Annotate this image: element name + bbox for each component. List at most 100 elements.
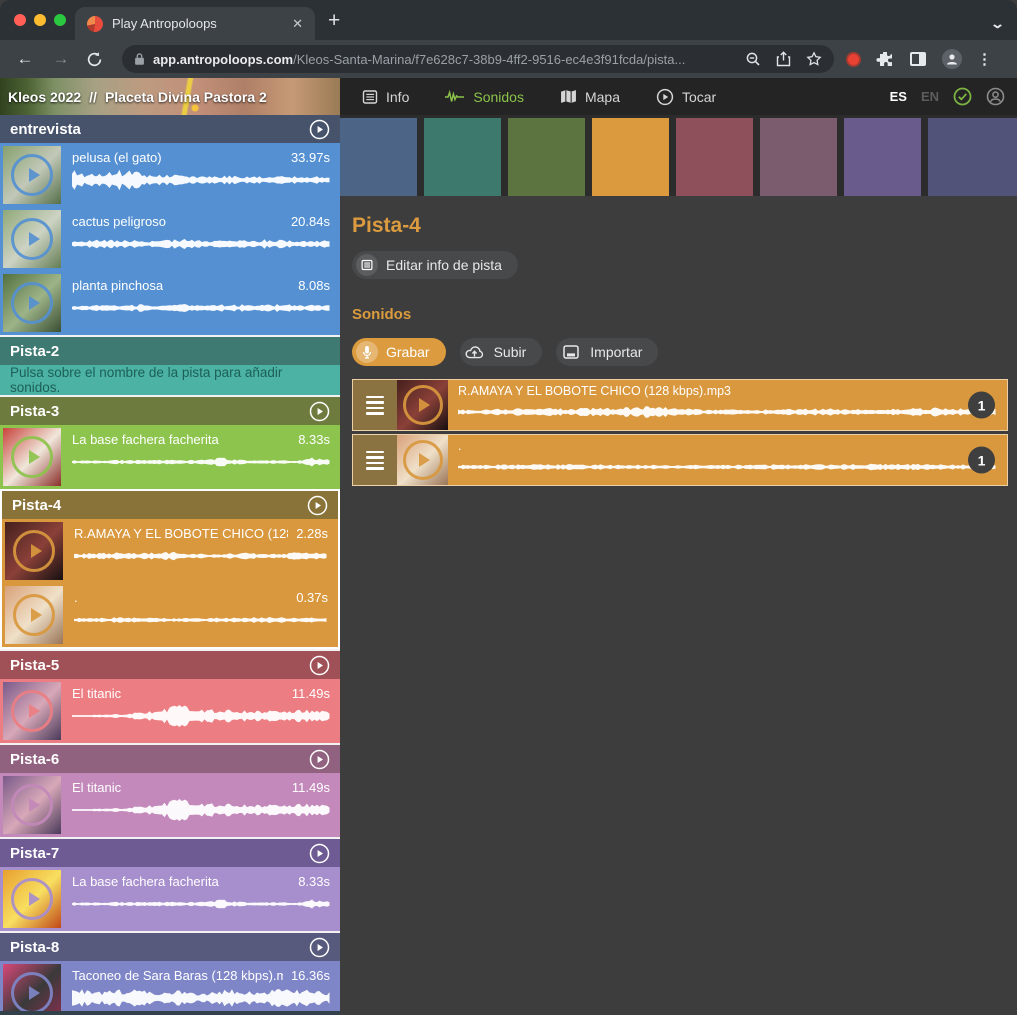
sound-waveform[interactable] bbox=[72, 798, 330, 822]
track-sound-row[interactable]: .1 bbox=[352, 434, 1008, 486]
account-icon[interactable] bbox=[986, 87, 1005, 106]
tab-search-chevron-icon[interactable]: ⌄ bbox=[990, 16, 1005, 32]
minimize-window-button[interactable] bbox=[34, 14, 46, 26]
track-color-tab-3[interactable] bbox=[508, 118, 585, 196]
share-icon[interactable] bbox=[776, 51, 791, 67]
browser-tab[interactable]: Play Antropoloops ✕ bbox=[75, 7, 315, 40]
play-overlay-icon[interactable] bbox=[403, 440, 443, 480]
track-play-button[interactable] bbox=[309, 119, 330, 140]
play-overlay-icon[interactable] bbox=[11, 282, 53, 324]
importar-button[interactable]: Importar bbox=[556, 338, 658, 366]
sound-waveform[interactable] bbox=[72, 296, 330, 320]
sound-waveform[interactable] bbox=[74, 608, 328, 632]
track-play-button[interactable] bbox=[309, 937, 330, 958]
sound-waveform[interactable] bbox=[72, 986, 330, 1010]
track-header-pista-6[interactable]: Pista-6 bbox=[0, 745, 340, 773]
sound-waveform[interactable] bbox=[72, 168, 330, 192]
play-overlay-icon[interactable] bbox=[13, 530, 55, 572]
track-header-pista-8[interactable]: Pista-8 bbox=[0, 933, 340, 961]
sound-waveform[interactable] bbox=[72, 704, 330, 728]
sound-thumbnail[interactable] bbox=[3, 682, 61, 740]
track-header-pista-7[interactable]: Pista-7 bbox=[0, 839, 340, 867]
play-overlay-icon[interactable] bbox=[403, 385, 443, 425]
close-window-button[interactable] bbox=[14, 14, 26, 26]
browser-menu-kebab-icon[interactable]: ⋮ bbox=[977, 50, 992, 68]
recording-indicator-icon[interactable] bbox=[846, 52, 861, 67]
project-breadcrumb-photo[interactable]: Kleos 2022 // Placeta Divina Pastora 2 bbox=[0, 78, 340, 115]
language-es-button[interactable]: ES bbox=[890, 89, 907, 104]
zoom-window-button[interactable] bbox=[54, 14, 66, 26]
track-play-button[interactable] bbox=[309, 401, 330, 422]
sound-item[interactable]: El titanic11.49s bbox=[0, 679, 340, 743]
reload-button[interactable] bbox=[86, 51, 108, 68]
track-header-entrevista[interactable]: entrevista bbox=[0, 115, 340, 143]
track-header-pista-4[interactable]: Pista-4 bbox=[2, 491, 338, 519]
sound-thumbnail[interactable] bbox=[3, 146, 61, 204]
address-bar[interactable]: app.antropoloops.com/Kleos-Santa-Marina/… bbox=[122, 45, 834, 73]
sound-thumbnail[interactable] bbox=[5, 586, 63, 644]
sound-item[interactable]: El titanic11.49s bbox=[0, 773, 340, 837]
grabar-button[interactable]: Grabar bbox=[352, 338, 446, 366]
play-overlay-icon[interactable] bbox=[11, 690, 53, 732]
sound-thumbnail[interactable] bbox=[3, 274, 61, 332]
track-play-button[interactable] bbox=[309, 749, 330, 770]
play-overlay-icon[interactable] bbox=[11, 784, 53, 826]
back-button[interactable]: ← bbox=[14, 49, 36, 69]
play-overlay-icon[interactable] bbox=[11, 878, 53, 920]
sound-thumbnail[interactable] bbox=[397, 380, 448, 430]
sound-thumbnail[interactable] bbox=[3, 776, 61, 834]
play-overlay-icon[interactable] bbox=[11, 436, 53, 478]
subir-button[interactable]: Subir bbox=[460, 338, 543, 366]
sound-item[interactable]: La base fachera facherita8.33s bbox=[0, 425, 340, 489]
bookmark-star-icon[interactable] bbox=[806, 51, 822, 67]
sound-waveform[interactable] bbox=[72, 232, 330, 256]
track-header-pista-2[interactable]: Pista-2 bbox=[0, 337, 340, 365]
extensions-puzzle-icon[interactable] bbox=[876, 50, 894, 68]
sound-item[interactable]: cactus peligroso20.84s bbox=[0, 207, 340, 271]
nav-item-sonidos[interactable]: Sonidos bbox=[445, 89, 524, 105]
sound-thumbnail[interactable] bbox=[3, 870, 61, 928]
sound-item[interactable]: .0.37s bbox=[2, 583, 338, 647]
track-play-button[interactable] bbox=[309, 655, 330, 676]
drag-handle-icon[interactable] bbox=[353, 380, 397, 430]
play-overlay-icon[interactable] bbox=[11, 218, 53, 260]
sound-item[interactable]: Taconeo de Sara Baras (128 kbps).mp316.3… bbox=[0, 961, 340, 1015]
new-tab-button[interactable]: + bbox=[328, 9, 340, 33]
track-color-tab-1[interactable] bbox=[340, 118, 417, 196]
edit-track-info-button[interactable]: Editar info de pista bbox=[352, 251, 518, 279]
play-overlay-icon[interactable] bbox=[11, 972, 53, 1014]
sound-thumbnail[interactable] bbox=[3, 964, 61, 1015]
forward-button[interactable]: → bbox=[50, 49, 72, 69]
track-color-tab-6[interactable] bbox=[760, 118, 837, 196]
sound-waveform[interactable] bbox=[458, 454, 997, 480]
track-play-button[interactable] bbox=[309, 843, 330, 864]
sound-thumbnail[interactable] bbox=[397, 435, 448, 485]
nav-item-mapa[interactable]: Mapa bbox=[560, 89, 620, 105]
track-header-pista-5[interactable]: Pista-5 bbox=[0, 651, 340, 679]
track-color-tab-7[interactable] bbox=[844, 118, 921, 196]
sound-waveform[interactable] bbox=[72, 450, 330, 474]
track-color-tab-8[interactable] bbox=[928, 118, 1017, 196]
nav-item-tocar[interactable]: Tocar bbox=[656, 88, 716, 106]
sound-item[interactable]: pelusa (el gato)33.97s bbox=[0, 143, 340, 207]
sound-thumbnail[interactable] bbox=[3, 428, 61, 486]
drag-handle-icon[interactable] bbox=[353, 435, 397, 485]
track-color-tab-4-selected[interactable] bbox=[592, 118, 669, 196]
tab-close-icon[interactable]: ✕ bbox=[292, 16, 303, 32]
track-play-button[interactable] bbox=[307, 495, 328, 516]
sound-waveform[interactable] bbox=[458, 399, 997, 425]
side-panel-icon[interactable] bbox=[909, 51, 927, 67]
track-header-pista-3[interactable]: Pista-3 bbox=[0, 397, 340, 425]
track-color-tab-5[interactable] bbox=[676, 118, 753, 196]
track-color-tab-2[interactable] bbox=[424, 118, 501, 196]
sound-waveform[interactable] bbox=[74, 544, 328, 568]
sound-thumbnail[interactable] bbox=[5, 522, 63, 580]
play-overlay-icon[interactable] bbox=[13, 594, 55, 636]
track-sound-row[interactable]: R.AMAYA Y EL BOBOTE CHICO (128 kbps).mp3… bbox=[352, 379, 1008, 431]
play-overlay-icon[interactable] bbox=[11, 154, 53, 196]
nav-item-info[interactable]: Info bbox=[362, 89, 409, 105]
zoom-level-icon[interactable] bbox=[745, 51, 761, 67]
sound-waveform[interactable] bbox=[72, 892, 330, 916]
sound-item[interactable]: planta pinchosa8.08s bbox=[0, 271, 340, 335]
sound-item[interactable]: La base fachera facherita8.33s bbox=[0, 867, 340, 931]
